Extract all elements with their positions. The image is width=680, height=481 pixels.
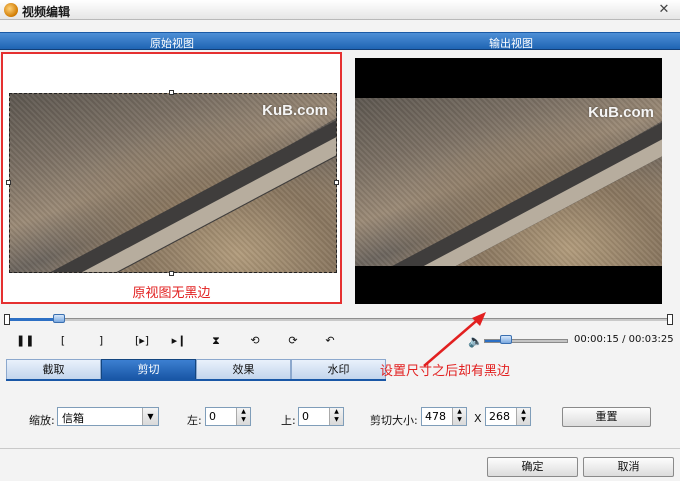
volume-thumb[interactable] xyxy=(500,335,512,344)
rotate-right-button[interactable]: ⟳ xyxy=(284,333,302,349)
timeline-track xyxy=(6,318,673,321)
end-marker[interactable] xyxy=(667,314,673,325)
crop-height-value: 268 xyxy=(489,410,510,423)
original-video-frame[interactable]: KuB.com xyxy=(9,93,337,273)
undo-button[interactable]: ↶ xyxy=(321,333,339,349)
spinner-arrows-icon[interactable]: ▲ ▼ xyxy=(452,408,466,425)
timeline-slider[interactable] xyxy=(4,314,673,325)
timeline-thumb[interactable] xyxy=(53,314,65,323)
mark-out-button[interactable]: ] xyxy=(92,333,110,349)
video-watermark: KuB.com xyxy=(262,102,328,119)
original-view-caption: 原视图无黑边 xyxy=(132,286,211,301)
title-bar: 视频编辑 ✕ xyxy=(0,0,680,20)
start-marker[interactable] xyxy=(4,314,10,325)
timeline-progress xyxy=(6,318,59,321)
zoom-label: 缩放: xyxy=(29,414,55,427)
output-view-panel: KuB.com xyxy=(355,58,662,304)
left-label: 左: xyxy=(187,414,202,427)
tab-watermark[interactable]: 水印 xyxy=(291,359,386,380)
crop-height-stepper[interactable]: 268 ▲ ▼ xyxy=(485,407,531,426)
footer-divider xyxy=(0,448,680,449)
tab-trim[interactable]: 截取 xyxy=(6,359,101,380)
road-shape xyxy=(355,98,662,266)
zoom-value: 信箱 xyxy=(62,412,84,425)
reset-button[interactable]: 重置 xyxy=(562,407,651,427)
close-button[interactable]: ✕ xyxy=(656,2,672,18)
top-offset-value: 0 xyxy=(302,410,309,423)
crop-width-stepper[interactable]: 478 ▲ ▼ xyxy=(421,407,467,426)
tab-crop[interactable]: 剪切 xyxy=(101,359,196,380)
ok-button[interactable]: 确定 xyxy=(487,457,578,477)
crop-handle-bottom[interactable] xyxy=(169,271,174,276)
road-shape xyxy=(10,94,336,272)
window-title: 视频编辑 xyxy=(22,5,71,19)
spinner-arrows-icon[interactable]: ▲ ▼ xyxy=(329,408,343,425)
time-readout: 00:00:15 / 00:03:25 xyxy=(574,334,674,345)
cancel-button[interactable]: 取消 xyxy=(583,457,674,477)
chevron-down-icon[interactable]: ▼ xyxy=(142,408,158,425)
crop-size-label: 剪切大小: xyxy=(370,414,418,427)
crop-handle-right[interactable] xyxy=(334,180,339,185)
annotation-text: 设置尺寸之后却有黑边 xyxy=(380,364,511,379)
spinner-arrows-icon[interactable]: ▲ ▼ xyxy=(516,408,530,425)
tab-underline xyxy=(6,379,386,381)
original-view-label: 原始视图 xyxy=(150,37,194,50)
app-icon xyxy=(4,3,18,17)
view-header: 原始视图 输出视图 xyxy=(0,32,680,50)
tab-effects[interactable]: 效果 xyxy=(196,359,291,380)
left-offset-stepper[interactable]: 0 ▲ ▼ xyxy=(205,407,251,426)
top-label: 上: xyxy=(281,414,296,427)
mark-in-button[interactable]: [ xyxy=(54,333,72,349)
crop-settings: 缩放: 信箱 ▼ 左: 0 ▲ ▼ 上: 0 ▲ ▼ 剪切大小: 478 ▲ ▼ X … xyxy=(0,402,680,432)
wall-shape xyxy=(355,108,662,266)
crop-handle-left[interactable] xyxy=(6,180,11,185)
output-view-label: 输出视图 xyxy=(489,37,533,50)
dialog-body: 原始视图 输出视图 KuB.com 原视图无黑边 KuB.com ❚❚ [] … xyxy=(0,20,680,481)
crop-handle-top[interactable] xyxy=(169,90,174,95)
output-video-frame: KuB.com xyxy=(355,98,662,266)
flip-vertical-button[interactable]: ⧗ xyxy=(207,333,225,349)
wall-shape xyxy=(10,105,336,272)
crop-width-value: 478 xyxy=(425,410,446,423)
next-frame-button[interactable]: [▸] xyxy=(130,333,154,349)
zoom-select[interactable]: 信箱 ▼ xyxy=(57,407,159,426)
top-offset-stepper[interactable]: 0 ▲ ▼ xyxy=(298,407,344,426)
original-view-panel: KuB.com 原视图无黑边 xyxy=(1,52,342,304)
video-watermark: KuB.com xyxy=(588,104,654,121)
left-offset-value: 0 xyxy=(209,410,216,423)
spinner-arrows-icon[interactable]: ▲ ▼ xyxy=(236,408,250,425)
pause-button[interactable]: ❚❚ xyxy=(16,333,34,349)
rotate-left-button[interactable]: ⟲ xyxy=(246,333,264,349)
crop-size-separator: X xyxy=(474,412,482,425)
go-to-end-button[interactable]: ▸❙ xyxy=(170,333,188,349)
